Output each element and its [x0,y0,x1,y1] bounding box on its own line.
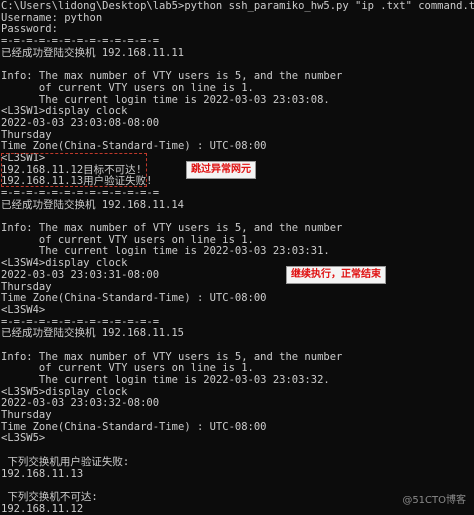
console-lines: C:\Users\lidong\Desktop\lab5>python ssh_… [0,0,474,515]
watermark: @51CTO博客 [402,495,466,507]
console-line: Thursday [1,409,52,422]
console-line: Username: python [1,11,103,24]
console-line: 下列交换机用户验证失败: [1,455,130,468]
error-highlight-box [1,153,147,187]
console-line: Info: The max number of VTY users is 5, … [1,222,343,235]
console-line: of current VTY users on line is 1. [1,81,254,94]
console-line: <L3SW5> [1,432,46,445]
console-line: The current login time is 2022-03-03 23:… [1,374,330,386]
console-line: 已经成功登陆交换机 192.168.11.11 [1,46,185,59]
annotation-skip-label: 跳过异常网元 [186,161,256,179]
console-line: 192.168.11.13 [1,467,84,480]
console-line: 已经成功登陆交换机 192.168.11.15 [1,327,185,340]
console-line: Time Zone(China-Standard-Time) : UTC-08:… [1,140,267,153]
console-line: Time Zone(China-Standard-Time) : UTC-08:… [1,420,267,433]
console-line: <L3SW4> [1,303,46,316]
terminal-output[interactable]: C:\Users\lidong\Desktop\lab5>python ssh_… [0,0,474,514]
console-line: 2022-03-03 23:03:32-08:00 [1,397,160,410]
console-line: =-=-=-=-=-=-=-=-=-=-=-=-= [1,187,160,199]
console-line: Time Zone(China-Standard-Time) : UTC-08:… [1,292,267,305]
console-line: =-=-=-=-=-=-=-=-=-=-=-=-= [1,35,160,48]
console-line: C:\Users\lidong\Desktop\lab5>python ssh_… [1,0,474,12]
console-line: 2022-03-03 23:03:31-08:00 [1,268,160,281]
console-line: 已经成功登陆交换机 192.168.11.14 [1,198,185,211]
annotation-continue-label: 继续执行，正常结束 [286,266,386,284]
console-line: 2022-03-03 23:03:08-08:00 [1,116,160,129]
